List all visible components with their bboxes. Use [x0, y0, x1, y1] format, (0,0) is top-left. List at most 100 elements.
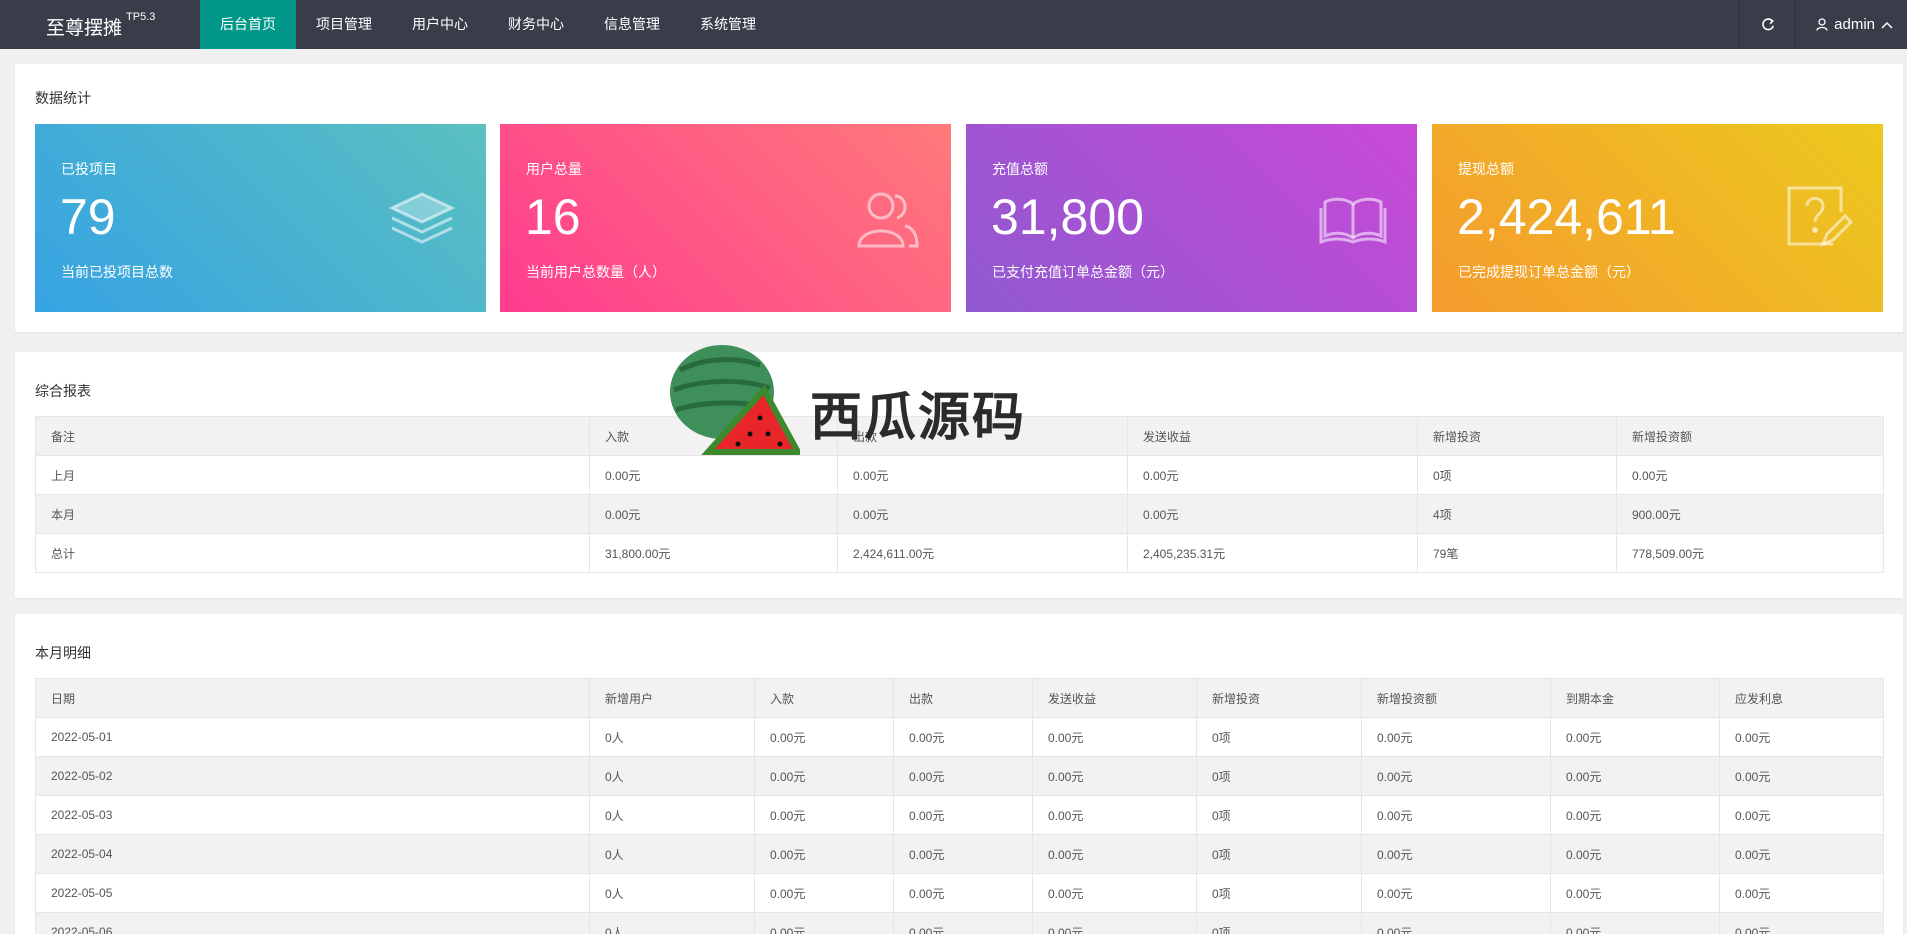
- nav-item-home[interactable]: 后台首页: [200, 0, 296, 49]
- table-cell: 0人: [589, 834, 755, 874]
- stat-label: 用户总量: [526, 161, 582, 177]
- column-header: 新增投资: [1417, 416, 1617, 456]
- table-header-row: 日期 新增用户 入款 出款 发送收益 新增投资 新增投资额 到期本金 应发利息: [35, 678, 1884, 718]
- table-cell: 0.00元: [589, 455, 838, 495]
- table-cell: 31,800.00元: [589, 533, 838, 573]
- table-cell: 0.00元: [1550, 912, 1720, 934]
- table-row: 本月 0.00元 0.00元 0.00元 4项 900.00元: [35, 494, 1884, 534]
- stat-label: 已投项目: [61, 161, 117, 177]
- table-cell: 0.00元: [837, 494, 1128, 534]
- table-cell: 0.00元: [1550, 717, 1720, 757]
- table-row: 2022-05-01 0人 0.00元 0.00元 0.00元 0项 0.00元…: [35, 717, 1884, 757]
- book-icon: [1319, 197, 1387, 245]
- users-icon: [857, 192, 919, 248]
- nav-item-users[interactable]: 用户中心: [392, 0, 488, 49]
- refresh-button[interactable]: [1739, 0, 1795, 49]
- table-cell: 上月: [35, 455, 590, 495]
- table-cell: 0.00元: [1550, 834, 1720, 874]
- table-cell: 0.00元: [754, 873, 894, 913]
- column-header: 发送收益: [1032, 678, 1197, 718]
- table-cell: 0人: [589, 795, 755, 835]
- column-header: 到期本金: [1550, 678, 1720, 718]
- stat-card-users[interactable]: 用户总量 16 当前用户总数量（人）: [500, 124, 951, 312]
- column-header: 入款: [589, 416, 838, 456]
- table-cell: 2022-05-03: [35, 795, 590, 835]
- stat-card-recharge[interactable]: 充值总额 31,800 已支付充值订单总金额（元）: [966, 124, 1417, 312]
- table-cell: 0.00元: [1616, 455, 1884, 495]
- table-cell: 0.00元: [1032, 834, 1197, 874]
- table-cell: 0项: [1196, 873, 1362, 913]
- user-icon: [1816, 18, 1828, 31]
- table-cell: 0.00元: [1361, 912, 1551, 934]
- brand-version: TP5.3: [126, 11, 156, 23]
- nav-item-info[interactable]: 信息管理: [584, 0, 680, 49]
- column-header: 新增投资额: [1361, 678, 1551, 718]
- stat-value: 16: [525, 189, 581, 245]
- monthly-panel: 本月明细 日期 新增用户 入款 出款 发送收益 新增投资 新增投资额 到期本金 …: [15, 614, 1903, 934]
- column-header: 应发利息: [1719, 678, 1884, 718]
- stat-card-projects[interactable]: 已投项目 79 当前已投项目总数: [35, 124, 486, 312]
- table-cell: 0.00元: [1032, 717, 1197, 757]
- table-cell: 0.00元: [589, 494, 838, 534]
- table-cell: 总计: [35, 533, 590, 573]
- help-edit-icon: [1787, 186, 1854, 247]
- column-header: 新增投资额: [1616, 416, 1884, 456]
- brand-logo[interactable]: 至尊摆摊TP5.3: [46, 11, 156, 40]
- table-cell: 0.00元: [893, 912, 1033, 934]
- table-cell: 2022-05-05: [35, 873, 590, 913]
- nav-item-finance[interactable]: 财务中心: [488, 0, 584, 49]
- table-cell: 0.00元: [1361, 795, 1551, 835]
- stats-panel: 数据统计 已投项目 79 当前已投项目总数 用户总量 16 当前用户总数量（人）…: [15, 64, 1903, 332]
- nav-item-projects[interactable]: 项目管理: [296, 0, 392, 49]
- table-cell: 0.00元: [1719, 912, 1884, 934]
- table-row: 2022-05-05 0人 0.00元 0.00元 0.00元 0项 0.00元…: [35, 873, 1884, 913]
- report-panel: 综合报表 备注 入款 出款 发送收益 新增投资 新增投资额 上月 0.00元 0…: [15, 352, 1903, 598]
- monthly-title: 本月明细: [35, 645, 91, 661]
- table-cell: 0.00元: [1361, 717, 1551, 757]
- stat-desc: 已完成提现订单总金额（元）: [1458, 264, 1640, 280]
- table-row: 上月 0.00元 0.00元 0.00元 0项 0.00元: [35, 455, 1884, 495]
- chevron-up-icon: [1881, 21, 1893, 29]
- table-cell: 0项: [1196, 756, 1362, 796]
- table-cell: 0.00元: [754, 834, 894, 874]
- table-cell: 0.00元: [754, 912, 894, 934]
- stat-value: 2,424,611: [1457, 189, 1676, 245]
- table-cell: 2022-05-01: [35, 717, 590, 757]
- report-title: 综合报表: [35, 383, 91, 399]
- table-cell: 2022-05-04: [35, 834, 590, 874]
- column-header: 日期: [35, 678, 590, 718]
- table-row: 2022-05-06 0人 0.00元 0.00元 0.00元 0项 0.00元…: [35, 912, 1884, 934]
- table-cell: 2,405,235.31元: [1127, 533, 1418, 573]
- table-cell: 0人: [589, 756, 755, 796]
- stat-label: 充值总额: [992, 161, 1048, 177]
- table-cell: 778,509.00元: [1616, 533, 1884, 573]
- table-cell: 0.00元: [1550, 756, 1720, 796]
- table-cell: 2,424,611.00元: [837, 533, 1128, 573]
- table-cell: 0.00元: [1032, 873, 1197, 913]
- table-cell: 0.00元: [893, 873, 1033, 913]
- table-cell: 0.00元: [1550, 795, 1720, 835]
- main-nav: 后台首页 项目管理 用户中心 财务中心 信息管理 系统管理: [200, 0, 776, 49]
- table-cell: 0.00元: [1719, 873, 1884, 913]
- stat-card-withdraw[interactable]: 提现总额 2,424,611 已完成提现订单总金额（元）: [1432, 124, 1883, 312]
- user-menu[interactable]: admin: [1795, 0, 1907, 49]
- table-cell: 0.00元: [1719, 756, 1884, 796]
- table-cell: 0.00元: [1032, 795, 1197, 835]
- stat-label: 提现总额: [1458, 161, 1514, 177]
- table-header-row: 备注 入款 出款 发送收益 新增投资 新增投资额: [35, 416, 1884, 456]
- table-cell: 0人: [589, 912, 755, 934]
- table-cell: 0人: [589, 873, 755, 913]
- table-cell: 0.00元: [1719, 717, 1884, 757]
- stat-desc: 已支付充值订单总金额（元）: [992, 264, 1174, 280]
- top-navbar: 至尊摆摊TP5.3 后台首页 项目管理 用户中心 财务中心 信息管理 系统管理 …: [0, 0, 1907, 49]
- table-cell: 0.00元: [1127, 494, 1418, 534]
- header-actions: admin: [1739, 0, 1907, 49]
- column-header: 入款: [754, 678, 894, 718]
- table-row: 总计 31,800.00元 2,424,611.00元 2,405,235.31…: [35, 533, 1884, 573]
- table-cell: 900.00元: [1616, 494, 1884, 534]
- table-cell: 0.00元: [837, 455, 1128, 495]
- user-name: admin: [1834, 16, 1875, 33]
- column-header: 发送收益: [1127, 416, 1418, 456]
- table-cell: 0.00元: [754, 717, 894, 757]
- nav-item-system[interactable]: 系统管理: [680, 0, 776, 49]
